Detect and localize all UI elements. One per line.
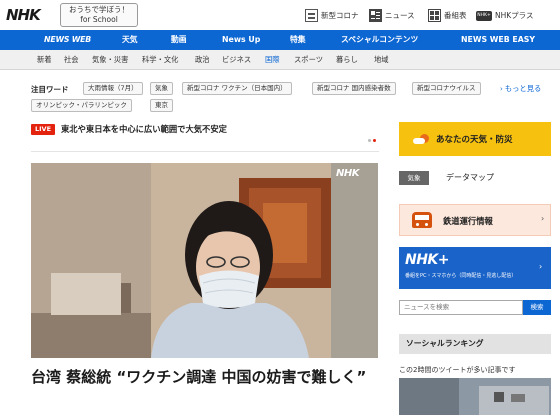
weather-banner-label: あなたの天気・防災 [436,135,513,145]
nav-news-up[interactable]: News Up [222,30,260,50]
nhk-plus-subtitle: 番組をPC・スマホから（同時配信・見逃し配信） [405,273,517,279]
covid-link-label: 新型コロナ [321,11,359,20]
trending-tag[interactable]: 気象 [150,82,173,95]
for-school-button[interactable]: おうちで学ぼう！ for School [60,3,138,27]
article-headline[interactable]: 台湾 蔡総統 “ワクチン調達 中国の妨害で難しく” [31,367,379,388]
carousel-dot[interactable] [368,139,371,142]
ranking-thumbnail[interactable] [399,378,551,415]
nav-news-web-easy[interactable]: NEWS WEB EASY [461,30,535,50]
nhk-plus-banner[interactable]: NHK+ 番組をPC・スマホから（同時配信・見逃し配信） › [399,247,551,289]
train-info-label: 鉄道運行情報 [443,216,493,226]
news-link[interactable]: ニュース [369,9,415,22]
data-map-link[interactable]: データマップ [446,172,494,183]
video-still-illustration [31,163,378,358]
school-line2: for School [80,15,118,24]
category-international[interactable]: 国際 [265,50,280,70]
chevron-right-icon: › [500,85,503,93]
search-button[interactable]: 検索 [523,300,551,315]
weather-badge: 気象 [399,171,429,185]
divider [31,151,379,152]
train-icon [412,212,432,228]
thumbnail-image [399,378,551,415]
nhk-plus-link[interactable]: NHK+ NHKプラス [476,9,534,22]
tv-guide-link-label: 番組表 [444,11,467,20]
covid-link[interactable]: 新型コロナ [305,9,359,22]
weather-banner[interactable]: あなたの天気・防災 [399,122,551,156]
top-header: NHK おうちで学ぼう！ for School 新型コロナ ニュース 番組表 N… [0,0,560,30]
live-badge: LIVE [31,124,55,135]
social-ranking-title: ソーシャルランキング [399,334,551,354]
nav-video[interactable]: 動画 [171,30,187,50]
trending-title: 注目ワード [31,85,69,94]
main-nav: NEWS WEB 天気 動画 News Up 特集 スペシャルコンテンツ NEW… [0,30,560,50]
carousel-dot-active[interactable] [373,139,376,142]
tv-guide-icon [428,9,441,22]
more-link[interactable]: › もっと見る [500,84,541,94]
category-weather-disaster[interactable]: 気象・災害 [92,50,128,70]
chevron-right-icon: › [541,214,545,223]
category-business[interactable]: ビジネス [222,50,251,70]
train-info-banner[interactable]: 鉄道運行情報 [399,204,551,236]
carousel-indicator[interactable] [368,139,376,142]
nhk-logo[interactable]: NHK [6,6,41,24]
nhk-plus-icon: NHK+ [476,10,492,21]
covid-icon [305,9,318,22]
cloud-icon [413,138,425,144]
nav-features[interactable]: 特集 [290,30,306,50]
news-search-input[interactable] [399,300,523,315]
nav-special-contents[interactable]: スペシャルコンテンツ [341,30,418,50]
main-article-image[interactable] [31,163,378,358]
trending-tag[interactable]: 東京 [150,99,173,112]
news-icon [369,9,382,22]
category-nav: 新着 社会 気象・災害 科学・文化 政治 ビジネス 国際 スポーツ 暮らし 地域 [0,50,560,70]
category-living[interactable]: 暮らし [336,50,358,70]
nav-news-web[interactable]: NEWS WEB [44,30,91,50]
news-link-label: ニュース [385,11,415,20]
category-new[interactable]: 新着 [37,50,52,70]
trending-tag[interactable]: オリンピック・パラリンピック [31,99,132,112]
trending-tag[interactable]: 新型コロナ ワクチン（日本国内） [182,82,292,95]
live-headline[interactable]: 東北や東日本を中心に広い範囲で大気不安定 [61,123,227,135]
category-sports[interactable]: スポーツ [294,50,323,70]
trending-tag[interactable]: 大雨情報（7月） [83,82,143,95]
more-link-label: もっと見る [504,84,542,93]
trending-tag[interactable]: 新型コロナウイルス [412,82,481,95]
category-science-culture[interactable]: 科学・文化 [142,50,178,70]
category-society[interactable]: 社会 [64,50,79,70]
nav-weather[interactable]: 天気 [122,30,138,50]
chevron-right-icon: › [539,262,543,271]
nhk-plus-title: NHK+ [405,252,450,268]
tv-guide-link[interactable]: 番組表 [428,9,467,22]
social-ranking-subtitle: この2時間のツイートが多い記事です [399,366,516,374]
nhk-watermark: NHK [336,168,360,179]
nhk-plus-link-label: NHKプラス [495,11,534,20]
category-region[interactable]: 地域 [374,50,389,70]
category-politics[interactable]: 政治 [195,50,210,70]
school-line1: おうちで学ぼう！ [69,5,129,14]
trending-tag[interactable]: 新型コロナ 国内感染者数 [312,82,396,95]
